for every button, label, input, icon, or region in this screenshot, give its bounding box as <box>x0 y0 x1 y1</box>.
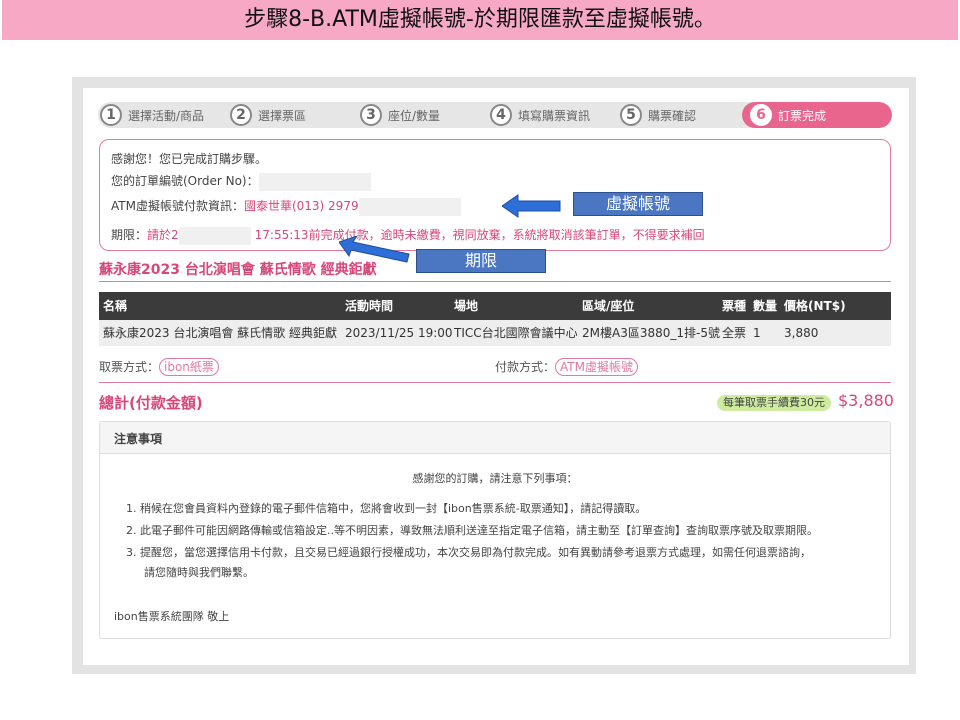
step-number: 5 <box>620 104 642 126</box>
step-label: 訂票完成 <box>778 108 827 123</box>
deadline-prefix: 請於2 <box>147 228 179 242</box>
cell-name: 蘇永康2023 台北演唱會 蘇氏情歌 經典鉅獻 <box>103 326 337 340</box>
col-name: 名稱 <box>103 299 128 313</box>
col-event-time: 活動時間 <box>345 299 394 313</box>
step-number: 4 <box>490 104 512 126</box>
pickup-method: 取票方式： ibon紙票 <box>99 358 219 376</box>
note-text: 稍候在您會員資料內登錄的電子郵件信箱中，您將會收到一封【ibon售票系統-取票通… <box>140 502 647 515</box>
step-label: 填寫購票資訊 <box>518 108 591 123</box>
atm-account-redacted <box>358 197 461 216</box>
pickup-label: 取票方式： <box>99 360 160 374</box>
col-quantity: 數量 <box>753 299 778 313</box>
notes-title: 注意事項 <box>114 432 163 446</box>
concert-title: 蘇永康2023 台北演唱會 蘇氏情歌 經典鉅獻 <box>99 262 377 278</box>
step-number: 3 <box>360 104 382 126</box>
divider <box>99 281 891 282</box>
order-number-label: 您的訂單編號(Order No)： <box>111 174 259 188</box>
pickup-badge: ibon紙票 <box>159 358 219 376</box>
step-label: 座位/數量 <box>388 108 441 123</box>
notes-intro: 感謝您的訂購，請注意下列事項： <box>412 472 578 485</box>
fee-badge: 每筆取票手續費30元 <box>717 395 831 411</box>
col-ticket-type: 票種 <box>722 299 747 313</box>
divider <box>99 382 891 383</box>
deadline-time: 17:55:13 <box>254 228 309 242</box>
atm-account-row: ATM虛擬帳號付款資訊：國泰世華(013) 2979 <box>111 197 461 216</box>
cell-quantity: 1 <box>753 326 761 340</box>
thanks-message: 感謝您！您已完成訂購步驟。 <box>111 152 268 166</box>
step-4: 4 填寫購票資訊 <box>490 104 590 126</box>
atm-account-value: 國泰世華(013) 2979 <box>243 199 359 213</box>
step-5: 5 購票確認 <box>620 104 696 126</box>
total-amount: $3,880 <box>838 391 894 410</box>
col-price: 價格(NT$) <box>784 299 846 313</box>
cell-event-time: 2023/11/25 19:00 <box>345 326 453 340</box>
step-label: 購票確認 <box>648 108 697 123</box>
col-area-seat: 區域/座位 <box>582 299 635 313</box>
payment-method: 付款方式： ATM虛擬帳號 <box>495 358 638 376</box>
cell-area-seat: 2M樓A3區3880_1排-5號 <box>582 326 720 340</box>
total-label: 總計(付款金額) <box>99 394 203 412</box>
list-item: 2. 此電子郵件可能因網路傳輸或信箱設定..等不明因素，導致無法順利送達至指定電子… <box>126 524 818 537</box>
step-3: 3 座位/數量 <box>360 104 440 126</box>
annotation-deadline: 期限 <box>416 249 546 273</box>
note-text: 此電子郵件可能因網路傳輸或信箱設定..等不明因素，導致無法順利送達至指定電子信箱… <box>140 524 818 537</box>
note-text-continued: 請您隨時與我們聯繫。 <box>144 566 254 579</box>
deadline-label: 期限： <box>111 228 148 242</box>
payment-label: 付款方式： <box>495 360 556 374</box>
list-item: 3. 提醒您，當您選擇信用卡付款，且交易已經過銀行授權成功，本次交易即為付款完成。… <box>126 542 878 582</box>
order-table-header: 名稱 活動時間 場地 區域/座位 票種 數量 價格(NT$) <box>99 292 891 320</box>
notes-panel: 注意事項 感謝您的訂購，請注意下列事項： 1. 稍候在您會員資料內登錄的電子郵件信… <box>99 421 891 639</box>
step-number: 1 <box>100 104 122 126</box>
col-venue: 場地 <box>454 299 479 313</box>
list-item: 1. 稍候在您會員資料內登錄的電子郵件信箱中，您將會收到一封【ibon售票系統-取… <box>126 502 647 515</box>
order-number-redacted <box>258 172 371 191</box>
atm-account-label: ATM虛擬帳號付款資訊： <box>111 199 244 213</box>
step-label: 選擇票區 <box>258 108 307 123</box>
step-1: 1 選擇活動/商品 <box>100 104 204 126</box>
payment-badge: ATM虛擬帳號 <box>555 358 638 376</box>
cell-venue: TICC台北國際會議中心 <box>454 326 578 340</box>
step-2: 2 選擇票區 <box>230 104 306 126</box>
order-number-row: 您的訂單編號(Order No)： <box>111 172 371 191</box>
notes-signature: ibon售票系統團隊 敬上 <box>114 610 230 623</box>
slide-title: 步驟8-B.ATM虛擬帳號-於期限匯款至虛擬帳號。 <box>2 0 958 40</box>
arrow-left-icon <box>502 194 561 218</box>
cell-price: 3,880 <box>784 326 819 340</box>
table-row: 蘇永康2023 台北演唱會 蘇氏情歌 經典鉅獻 2023/11/25 19:00… <box>99 320 891 346</box>
step-label: 選擇活動/商品 <box>128 108 205 123</box>
notes-list: 1. 稍候在您會員資料內登錄的電子郵件信箱中，您將會收到一封【ibon售票系統-取… <box>126 498 878 582</box>
annotation-virtual-account: 虛擬帳號 <box>573 192 703 216</box>
step-number: 6 <box>750 104 772 126</box>
step-6: 6 訂票完成 <box>750 104 826 126</box>
deadline-date-redacted <box>178 226 251 245</box>
note-text: 提醒您，當您選擇信用卡付款，且交易已經過銀行授權成功，本次交易即為付款完成。如有… <box>140 546 811 559</box>
cell-ticket-type: 全票 <box>722 326 747 340</box>
step-number: 2 <box>230 104 252 126</box>
progress-steps: 1 選擇活動/商品 2 選擇票區 3 座位/數量 4 填寫購票資訊 5 購票確認… <box>98 102 892 128</box>
notes-header: 注意事項 <box>100 422 890 454</box>
